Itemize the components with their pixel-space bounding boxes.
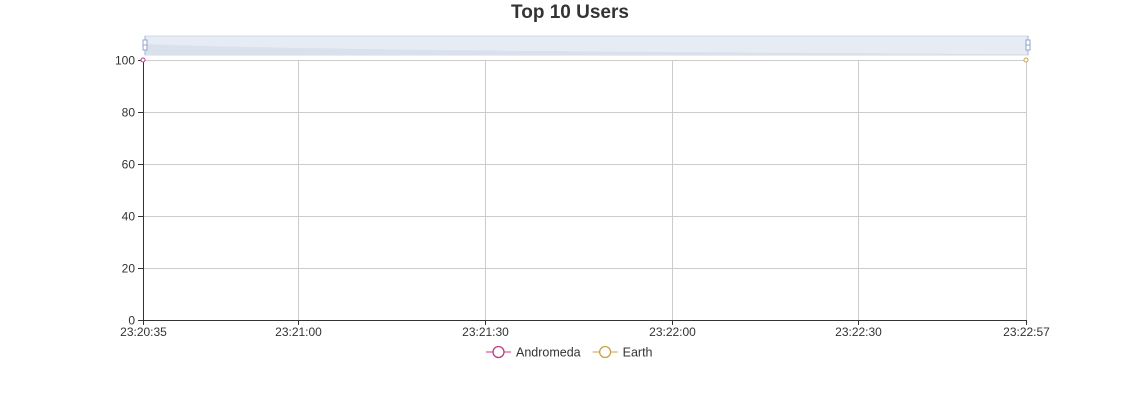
data-zoom-slider[interactable] [142, 35, 1031, 56]
x-tick-label: 23:22:30 [835, 325, 882, 339]
y-axis: 020406080100 [115, 54, 143, 328]
x-tick-label: 23:20:35 [120, 325, 167, 339]
legend-item-earth[interactable]: Earth [592, 345, 653, 360]
x-axis: 23:20:35 23:21:00 23:21:30 23:22:00 23:22:30… [120, 320, 1050, 339]
legend-circle-symbol [492, 345, 505, 359]
line-chart: 020406080100 23:20:35 23:21:00 23:21:30 23:… [115, 35, 1050, 360]
data-point-earth[interactable] [1023, 57, 1029, 63]
legend-circle-symbol [598, 345, 612, 359]
data-zoom-selection[interactable] [145, 36, 1028, 55]
legend-label: Andromeda [516, 346, 581, 360]
x-tick-label: 23:22:00 [649, 325, 696, 339]
y-tick-label: 60 [122, 158, 136, 172]
y-tick-label: 20 [122, 262, 136, 276]
x-tick-label: 23:21:00 [275, 325, 322, 339]
y-tick-label: 80 [122, 106, 136, 120]
legend-item-andromeda[interactable]: Andromeda [486, 346, 581, 360]
legend-label: Earth [623, 346, 653, 360]
x-tick-label: 23:21:30 [462, 325, 509, 339]
grid [143, 60, 1027, 320]
data-point-andromeda[interactable] [140, 57, 146, 63]
axes [143, 60, 1026, 321]
y-tick-label: 40 [122, 210, 136, 224]
legend: Andromeda Earth [486, 346, 653, 360]
x-tick-label: 23:22:57 [1003, 325, 1050, 339]
y-tick-label: 100 [115, 54, 135, 68]
